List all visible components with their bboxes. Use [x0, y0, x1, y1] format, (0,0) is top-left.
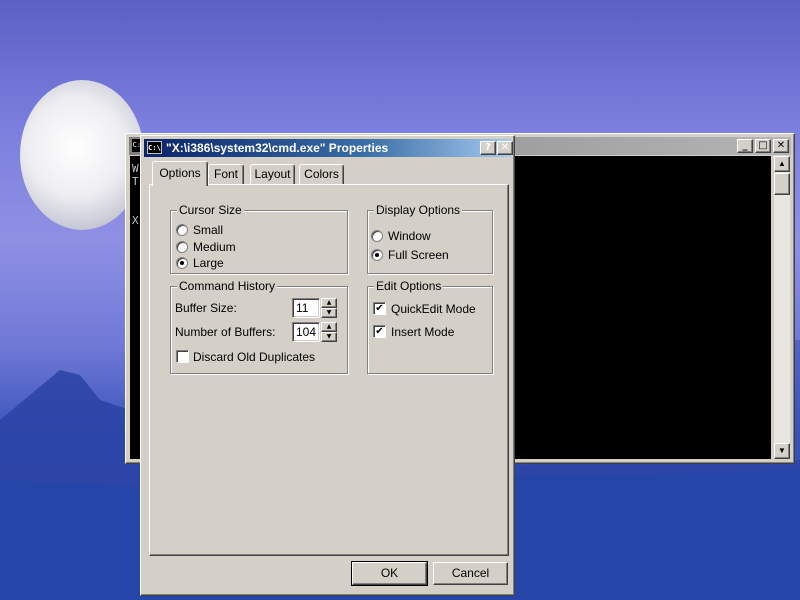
display-window-label[interactable]: Window [388, 229, 431, 243]
cursor-size-label: Cursor Size [177, 203, 244, 217]
cancel-button[interactable]: Cancel [433, 562, 508, 585]
cursor-small-radio[interactable] [176, 224, 188, 236]
dialog-title: "X:\i386\system32\cmd.exe" Properties [166, 141, 389, 155]
display-fullscreen-label[interactable]: Full Screen [388, 248, 449, 262]
scroll-thumb[interactable] [774, 173, 790, 195]
help-button[interactable]: ? [480, 141, 496, 155]
close-button[interactable]: ✕ [773, 139, 789, 153]
insert-mode-label[interactable]: Insert Mode [391, 325, 454, 339]
dialog-close-button[interactable]: ✕ [497, 141, 513, 155]
console-scrollbar[interactable]: ▲ ▼ [774, 156, 790, 459]
buffer-size-stepper[interactable]: ▲ ▼ [321, 298, 337, 318]
display-fullscreen-radio[interactable] [371, 249, 383, 261]
quickedit-checkbox[interactable]: ✔ [373, 302, 386, 315]
display-window-radio[interactable] [371, 230, 383, 242]
cursor-large-radio[interactable] [176, 257, 188, 269]
cursor-medium-radio[interactable] [176, 241, 188, 253]
display-options-label: Display Options [374, 203, 463, 217]
buffer-size-input[interactable] [296, 301, 318, 315]
insert-mode-checkbox[interactable]: ✔ [373, 325, 386, 338]
quickedit-label[interactable]: QuickEdit Mode [391, 302, 476, 316]
cursor-small-label[interactable]: Small [193, 223, 223, 237]
command-history-label: Command History [177, 279, 278, 293]
tab-options[interactable]: Options [152, 161, 208, 186]
edit-options-label: Edit Options [374, 279, 444, 293]
num-buffers-up-arrow-icon[interactable]: ▲ [321, 322, 337, 332]
console-text: W T X [132, 162, 139, 227]
discard-duplicates-label[interactable]: Discard Old Duplicates [193, 350, 315, 364]
maximize-button[interactable]: □ [755, 139, 771, 153]
buffer-size-field[interactable] [292, 298, 320, 318]
num-buffers-label: Number of Buffers: [175, 325, 276, 339]
tab-colors[interactable]: Colors [299, 164, 344, 184]
num-buffers-stepper[interactable]: ▲ ▼ [321, 322, 337, 342]
buffer-size-down-arrow-icon[interactable]: ▼ [321, 308, 337, 318]
num-buffers-input[interactable] [296, 325, 318, 339]
tab-layout[interactable]: Layout [250, 164, 295, 184]
scroll-up-button[interactable]: ▲ [774, 156, 790, 172]
num-buffers-field[interactable] [292, 322, 320, 342]
cmd-icon: C:\ [147, 141, 162, 154]
buffer-size-up-arrow-icon[interactable]: ▲ [321, 298, 337, 308]
dialog-title-bar[interactable]: C:\ "X:\i386\system32\cmd.exe" Propertie… [144, 139, 513, 157]
buffer-size-label: Buffer Size: [175, 301, 237, 315]
cursor-large-label[interactable]: Large [193, 256, 224, 270]
discard-duplicates-checkbox[interactable] [176, 350, 189, 363]
ok-button[interactable]: OK [351, 561, 428, 586]
tab-font[interactable]: Font [208, 164, 244, 184]
cursor-medium-label[interactable]: Medium [193, 240, 236, 254]
num-buffers-down-arrow-icon[interactable]: ▼ [321, 332, 337, 342]
minimize-button[interactable]: _ [737, 139, 753, 153]
scroll-down-button[interactable]: ▼ [774, 443, 790, 459]
